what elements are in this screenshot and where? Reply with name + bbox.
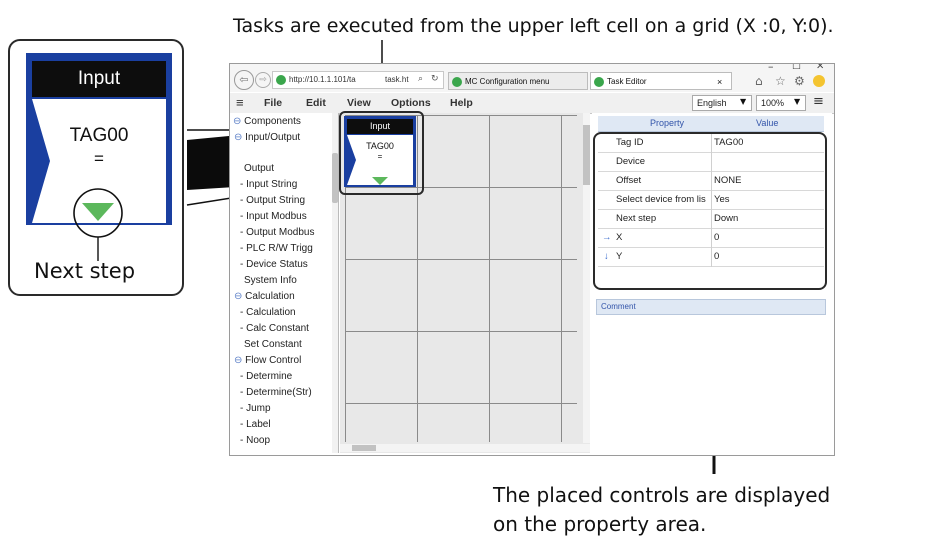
tree-group-label: Input/Output [245, 132, 301, 143]
menu-file[interactable]: File [264, 97, 282, 109]
grid-hscrollbar[interactable] [340, 444, 590, 452]
col-property: Property [650, 118, 685, 128]
close-window-icon[interactable]: ✕ [816, 64, 824, 72]
chevron-down-icon: ▼ [740, 97, 747, 106]
col-value: Value [756, 118, 779, 128]
tab-label: Task Editor [607, 77, 647, 86]
grid-block-header: Input [347, 119, 413, 134]
back-icon[interactable]: ⇦ [234, 70, 254, 90]
tree-item[interactable]: - Noop [240, 435, 270, 446]
hamburger-icon[interactable]: ≡ [236, 95, 244, 110]
tree-item[interactable]: - Input String [240, 179, 297, 190]
folder-icon: ⊖ [233, 116, 245, 127]
language-value: English [697, 98, 727, 108]
grid-line [345, 331, 577, 332]
tree-item[interactable]: - Calculation [240, 307, 296, 318]
address-tail: task.ht [385, 75, 409, 84]
search-icon[interactable]: ⌕ [418, 74, 423, 84]
menu-options[interactable]: Options [391, 97, 431, 109]
zoom-block-eq: = [94, 149, 104, 168]
menu-edit[interactable]: Edit [306, 97, 326, 109]
grid-vscrollbar[interactable] [583, 113, 590, 443]
grid-block-eq: = [377, 152, 383, 161]
tree-scrollbar[interactable] [332, 113, 338, 453]
gear-icon[interactable]: ⚙ [794, 74, 805, 88]
tree-item[interactable]: - Jump [240, 403, 271, 414]
next-step-arrow-icon[interactable] [372, 177, 388, 186]
options-menu-icon[interactable]: ≡ [813, 94, 824, 109]
menu-view[interactable]: View [347, 97, 371, 109]
next-step-label: Next step [34, 259, 136, 283]
folder-icon: ⊖ [234, 291, 246, 302]
tree-group-calculation[interactable]: ⊖ Calculation [234, 291, 295, 302]
tree-root[interactable]: ⊖ Components [233, 116, 301, 127]
property-header: Property Value [598, 116, 824, 132]
zoom-select[interactable]: 100% ▼ [756, 95, 806, 111]
tree-group-label: Calculation [245, 291, 295, 302]
grid-vscroll-thumb[interactable] [583, 125, 590, 185]
zoom-value: 100% [761, 98, 785, 108]
tree-item[interactable]: Set Constant [244, 339, 302, 350]
address-bar[interactable]: http://10.1.1.101/ta task.ht ⌕ ↻ [272, 71, 444, 89]
tree-item[interactable]: - Label [240, 419, 271, 430]
minimize-icon[interactable]: – [768, 64, 774, 73]
tree-item[interactable]: - Calc Constant [240, 323, 309, 334]
component-tree: ⊖ Components ⊖ Input/Output Output - Inp… [230, 113, 339, 453]
grid-line [489, 115, 490, 442]
tree-item[interactable]: System Info [244, 275, 297, 286]
tab-label: MC Configuration menu [465, 77, 550, 86]
tree-scroll-thumb[interactable] [332, 153, 338, 203]
tree-group-label: Flow Control [245, 355, 302, 366]
tree-item[interactable]: - Output Modbus [240, 227, 314, 238]
folder-icon: ⊖ [234, 132, 246, 143]
tree-root-label: Components [244, 116, 301, 127]
star-icon[interactable]: ☆ [775, 74, 786, 88]
close-tab-icon[interactable]: × [717, 73, 722, 89]
language-select[interactable]: English ▼ [692, 95, 752, 111]
grid-block-tag: TAG00 [366, 141, 394, 151]
tree-item[interactable]: Output [244, 163, 274, 174]
grid-line [345, 259, 577, 260]
folder-icon: ⊖ [234, 355, 246, 366]
refresh-icon[interactable]: ↻ [431, 74, 439, 84]
grid-line [561, 115, 562, 442]
tree-item[interactable]: - PLC R/W Trigg [240, 243, 313, 254]
address-text: http://10.1.1.101/ta [289, 75, 356, 84]
tree-item[interactable]: - Determine [240, 371, 292, 382]
tree-group-io[interactable]: ⊖ Input/Output [234, 132, 300, 143]
forward-icon[interactable]: ⇨ [255, 72, 271, 88]
comment-header: Comment [596, 299, 826, 315]
zoom-block-header: Input [77, 68, 121, 89]
bottom-caption-line1: The placed controls are displayed [493, 483, 831, 507]
menu-help[interactable]: Help [450, 97, 473, 109]
tree-item[interactable]: - Input Modbus [240, 211, 307, 222]
grid-task-block[interactable]: Input TAG00 = [344, 116, 416, 187]
maximize-icon[interactable]: ☐ [792, 64, 801, 72]
property-highlight [593, 132, 827, 290]
site-icon [276, 75, 286, 85]
comment-label: Comment [601, 302, 636, 311]
home-icon[interactable]: ⌂ [755, 74, 763, 88]
grid-hscroll-thumb[interactable] [352, 445, 376, 451]
tree-item[interactable]: - Output String [240, 195, 305, 206]
next-step-arrow-icon [73, 188, 123, 261]
tree-item[interactable]: - Device Status [240, 259, 308, 270]
tree-item[interactable]: - Determine(Str) [240, 387, 312, 398]
tree-group-flow[interactable]: ⊖ Flow Control [234, 355, 301, 366]
zoom-callout: Input TAG00 = Next step [8, 39, 184, 296]
smiley-icon[interactable] [813, 75, 825, 87]
zoom-block-tag: TAG00 [69, 125, 129, 146]
tab-task-editor[interactable]: Task Editor × [590, 72, 732, 90]
grid-line [345, 403, 577, 404]
bottom-caption-line2: on the property area. [493, 512, 707, 536]
tab-mc-configuration[interactable]: MC Configuration menu [448, 72, 588, 90]
chevron-down-icon: ▼ [794, 97, 801, 106]
